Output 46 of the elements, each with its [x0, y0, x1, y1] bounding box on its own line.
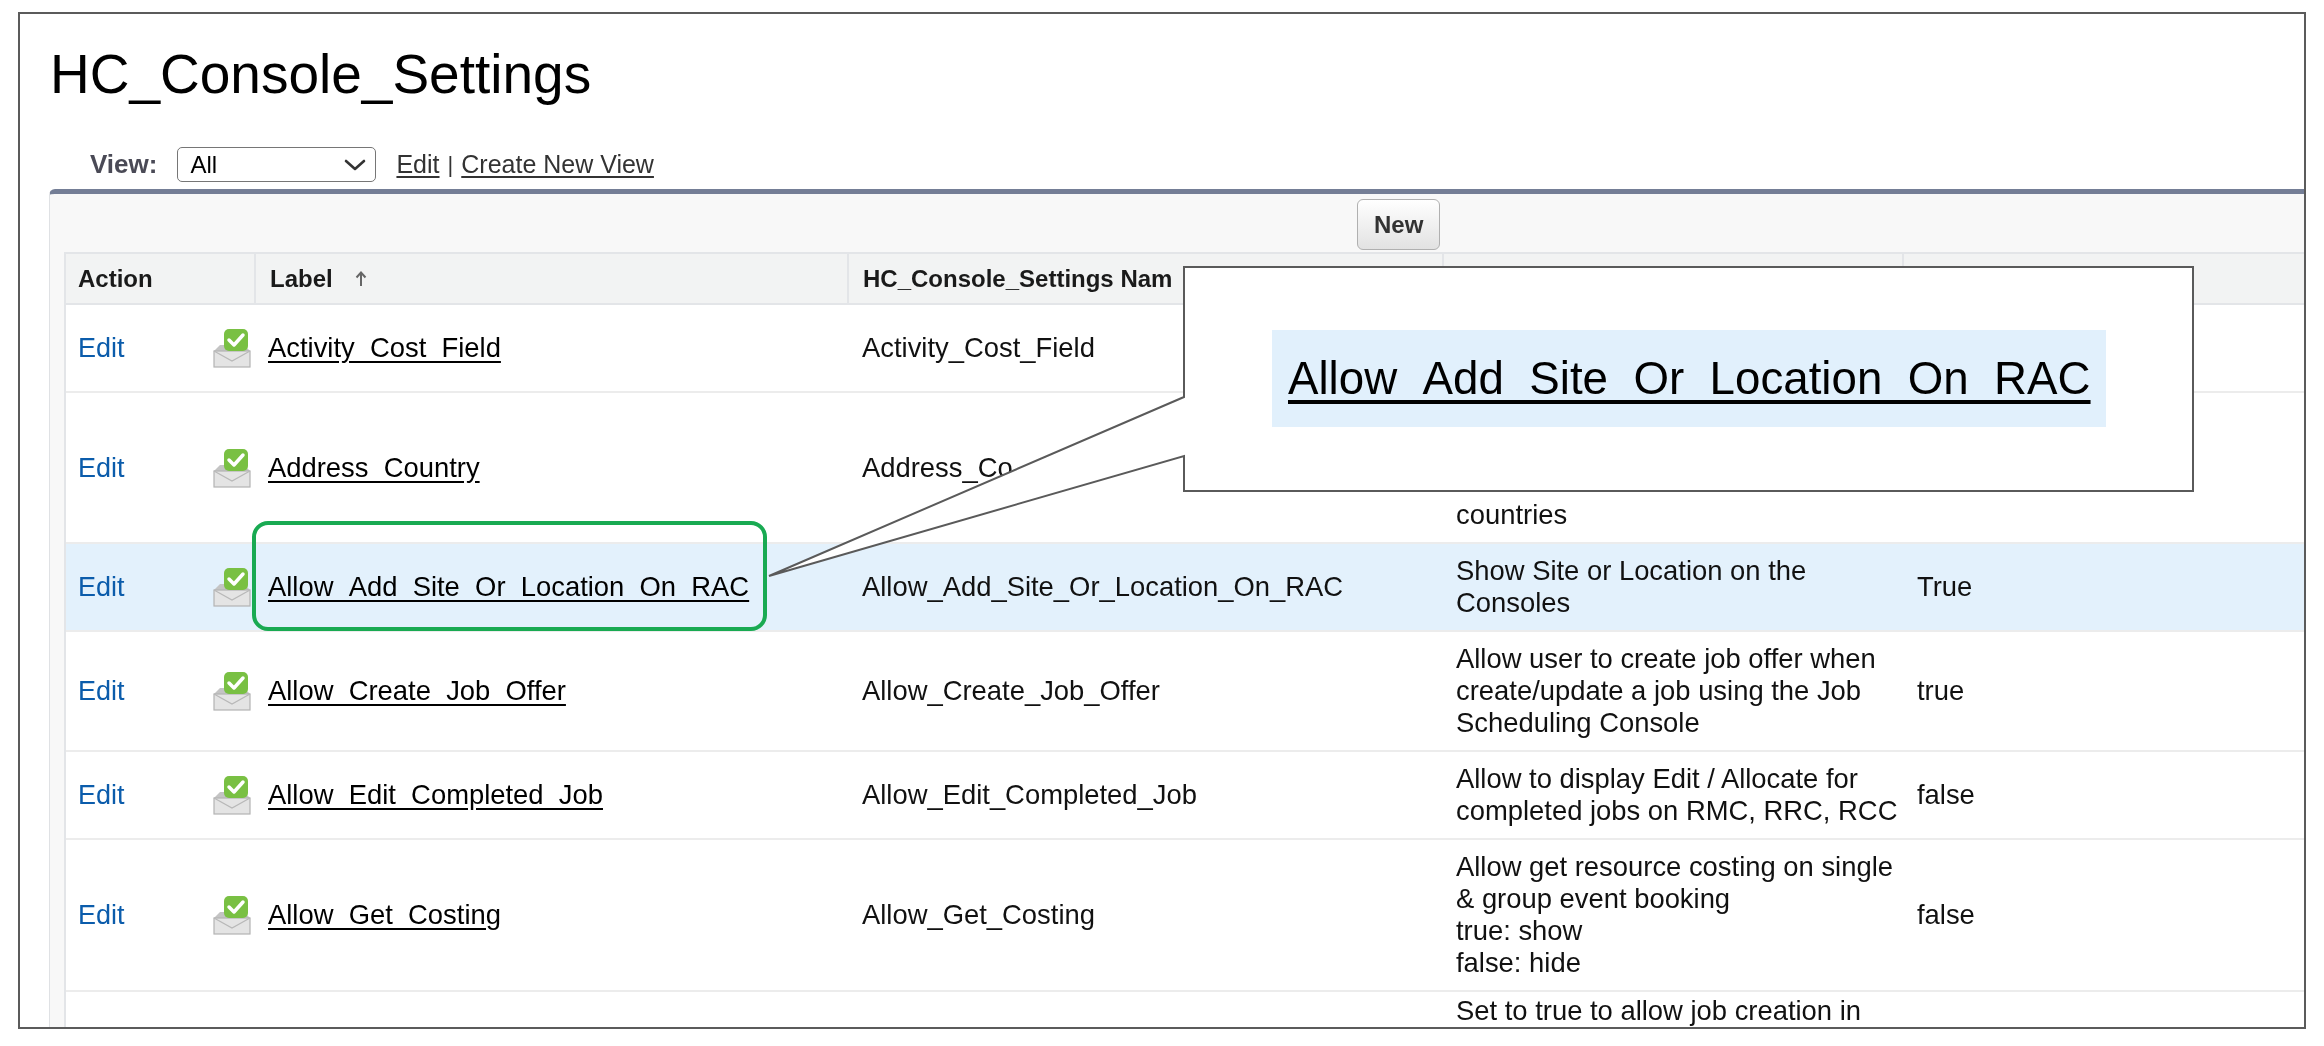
edit-link[interactable]: Edit	[78, 332, 125, 364]
edit-link[interactable]: Edit	[78, 899, 125, 931]
label-link[interactable]: Allow_Add_Site_Or_Location_On_RAC	[268, 571, 750, 603]
link-separator: |	[447, 151, 454, 179]
table-cell: true	[1917, 675, 1965, 707]
table-cell: Allow_Add_Site_Or_Location_On_RAC	[862, 571, 1344, 603]
table-cell: Allow to display Edit / Allocate for completed jobs on RMC, RRC, RCC	[1456, 763, 1898, 827]
table-cell: Address_Co	[862, 451, 1013, 484]
table-cell: countries	[1456, 499, 1568, 531]
edit-link[interactable]: Edit	[78, 779, 125, 811]
view-link[interactable]: Create New View	[461, 145, 654, 184]
edit-link[interactable]: Edit	[78, 675, 125, 707]
view-link[interactable]: Edit	[396, 145, 440, 184]
edit-link[interactable]: Edit	[78, 571, 125, 603]
table-cell: Set to true to allow job creation in	[1456, 995, 1861, 1027]
table-cell: false	[1917, 779, 1975, 811]
table-cell: Allow get resource costing on single & group event booking true: show false: hide	[1456, 851, 1893, 979]
edit-link[interactable]: Edit	[78, 451, 125, 484]
label-link[interactable]: Address_Country	[268, 451, 480, 484]
envelope-check-icon	[213, 447, 251, 488]
label-link[interactable]: Activity_Cost_Field	[268, 332, 501, 364]
zoomed-link-text: Allow_Add_Site_Or_Location_On_RAC	[1272, 330, 2106, 427]
envelope-check-icon	[213, 567, 251, 607]
table-row[interactable]: Edit Allow_Add_Site_Or_Location_On_RAC Allow_Add_Site_Or_Location_On_RAC Show Site or Location on the Consoles True	[66, 544, 2304, 632]
envelope-check-icon	[213, 671, 251, 711]
envelope-check-icon	[213, 775, 251, 815]
column-header[interactable]: Action	[78, 260, 153, 297]
envelope-check-icon	[213, 328, 251, 368]
new-button[interactable]: New	[1357, 199, 1441, 250]
table-cell: false	[1917, 899, 1975, 931]
table-cell: Show Site or Location on the Consoles	[1456, 555, 1807, 619]
table-cell: Allow user to create job offer when create/update a job using the Job Scheduling Console	[1456, 643, 1876, 739]
table-cell: Activity_Cost_Field	[862, 332, 1095, 364]
envelope-check-icon	[213, 895, 251, 935]
table-cell: Allow_Create_Job_Offer	[862, 675, 1160, 707]
table-cell: True	[1917, 571, 1973, 603]
view-select[interactable]: All	[177, 147, 377, 182]
column-header[interactable]: HC_Console_Settings Nam	[863, 260, 1173, 297]
table-cell: Allow_Edit_Completed_Job	[862, 779, 1197, 811]
chevron-down-icon	[344, 158, 367, 171]
label-link[interactable]: Allow_Get_Costing	[268, 899, 501, 931]
label-link[interactable]: Allow_Create_Job_Offer	[268, 675, 566, 707]
column-header[interactable]: Label	[270, 260, 333, 297]
table-cell: Allow_Get_Costing	[862, 899, 1095, 931]
view-label: View:	[90, 148, 158, 181]
label-link[interactable]: Allow_Edit_Completed_Job	[268, 779, 603, 811]
